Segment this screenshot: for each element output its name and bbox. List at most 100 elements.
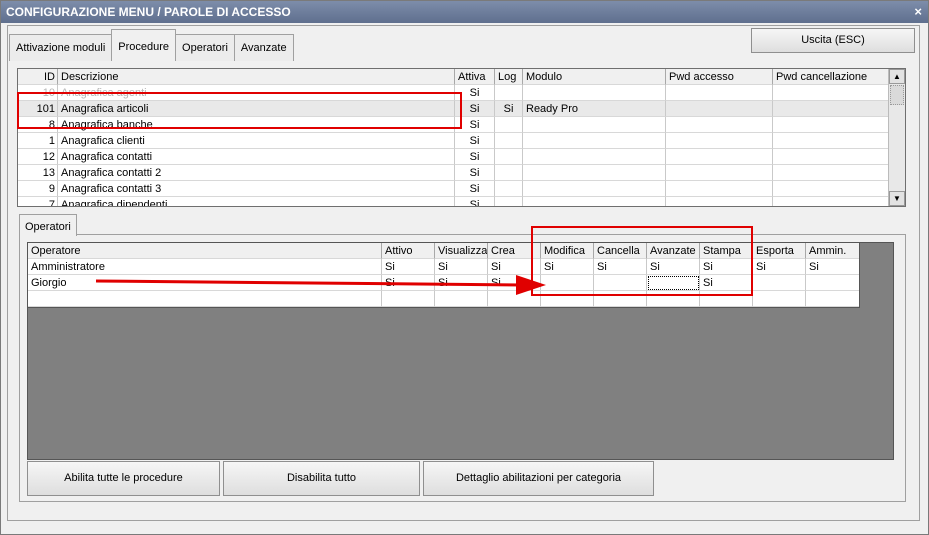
row-log[interactable]: [495, 117, 523, 133]
row-pwd-accesso[interactable]: [666, 181, 773, 197]
row-attiva[interactable]: Si: [455, 181, 495, 197]
row-attiva[interactable]: Si: [455, 149, 495, 165]
row-attiva[interactable]: Si: [455, 117, 495, 133]
col-esporta[interactable]: Esporta: [753, 243, 806, 259]
col-id[interactable]: ID: [18, 69, 58, 85]
row-log[interactable]: [495, 85, 523, 101]
row-pwd-cancellazione[interactable]: [773, 117, 890, 133]
col-descrizione[interactable]: Descrizione: [58, 69, 455, 85]
col-modulo[interactable]: Modulo: [523, 69, 666, 85]
col-attiva[interactable]: Attiva: [455, 69, 495, 85]
row-attiva[interactable]: Si: [455, 165, 495, 181]
row-attivo[interactable]: Si: [382, 259, 435, 275]
table-row[interactable]: 9 Anagrafica contatti 3 Si: [18, 181, 890, 197]
row-attiva[interactable]: Si: [455, 101, 495, 117]
row-modulo[interactable]: [523, 181, 666, 197]
col-pwd-cancellazione[interactable]: Pwd cancellazione: [773, 69, 890, 85]
col-crea[interactable]: Crea: [488, 243, 541, 259]
vertical-scrollbar[interactable]: ▲ ▼: [888, 69, 905, 206]
table-row-selected[interactable]: 101 Anagrafica articoli Si Si Ready Pro: [18, 101, 890, 117]
row-avanzate[interactable]: [647, 275, 700, 291]
col-log[interactable]: Log: [495, 69, 523, 85]
close-icon[interactable]: ×: [914, 1, 922, 23]
row-attiva[interactable]: Si: [455, 133, 495, 149]
table-row[interactable]: 1 Anagrafica clienti Si: [18, 133, 890, 149]
row-pwd-accesso[interactable]: [666, 149, 773, 165]
col-operatore[interactable]: Operatore: [28, 243, 382, 259]
row-modulo[interactable]: [523, 149, 666, 165]
row-cancella[interactable]: [594, 291, 647, 307]
row-modifica[interactable]: [541, 275, 594, 291]
row-modulo[interactable]: [523, 197, 666, 206]
row-modulo[interactable]: [523, 85, 666, 101]
row-attiva[interactable]: Si: [455, 197, 495, 206]
row-stampa[interactable]: Si: [700, 259, 753, 275]
row-pwd-cancellazione[interactable]: [773, 197, 890, 206]
tab-attivazione-moduli[interactable]: Attivazione moduli: [9, 34, 113, 61]
col-pwd-accesso[interactable]: Pwd accesso: [666, 69, 773, 85]
row-pwd-cancellazione[interactable]: [773, 165, 890, 181]
col-stampa[interactable]: Stampa: [700, 243, 753, 259]
row-ammin[interactable]: [806, 275, 859, 291]
row-pwd-accesso[interactable]: [666, 165, 773, 181]
row-esporta[interactable]: Si: [753, 259, 806, 275]
row-log[interactable]: [495, 197, 523, 206]
row-esporta[interactable]: [753, 291, 806, 307]
scroll-down-icon[interactable]: ▼: [889, 191, 905, 206]
col-avanzate[interactable]: Avanzate: [647, 243, 700, 259]
disable-all-button[interactable]: Disabilita tutto: [223, 461, 420, 496]
tab-procedure[interactable]: Procedure: [111, 29, 177, 61]
col-attivo[interactable]: Attivo: [382, 243, 435, 259]
row-modifica[interactable]: [541, 291, 594, 307]
row-ammin[interactable]: [806, 291, 859, 307]
row-crea[interactable]: Si: [488, 275, 541, 291]
table-row[interactable]: 10 Anagrafica agenti Si: [18, 85, 890, 101]
row-stampa[interactable]: [700, 291, 753, 307]
row-cancella[interactable]: [594, 275, 647, 291]
row-pwd-accesso[interactable]: [666, 133, 773, 149]
col-ammin[interactable]: Ammin.: [806, 243, 859, 259]
tab-operatori-sub[interactable]: Operatori: [19, 214, 77, 236]
row-cancella[interactable]: Si: [594, 259, 647, 275]
col-modifica[interactable]: Modifica: [541, 243, 594, 259]
row-modulo[interactable]: [523, 117, 666, 133]
table-row[interactable]: 8 Anagrafica banche Si: [18, 117, 890, 133]
row-attivo[interactable]: Si: [382, 275, 435, 291]
row-log[interactable]: [495, 149, 523, 165]
row-pwd-cancellazione[interactable]: [773, 133, 890, 149]
row-crea[interactable]: [488, 291, 541, 307]
row-attiva[interactable]: Si: [455, 85, 495, 101]
row-crea[interactable]: Si: [488, 259, 541, 275]
row-visualizza[interactable]: [435, 291, 488, 307]
table-row[interactable]: 12 Anagrafica contatti Si: [18, 149, 890, 165]
row-pwd-cancellazione[interactable]: [773, 85, 890, 101]
row-pwd-accesso[interactable]: [666, 101, 773, 117]
row-attivo[interactable]: [382, 291, 435, 307]
col-cancella[interactable]: Cancella: [594, 243, 647, 259]
row-avanzate[interactable]: [647, 291, 700, 307]
table-row[interactable]: Giorgio Si Si Si Si: [28, 275, 859, 291]
row-visualizza[interactable]: Si: [435, 275, 488, 291]
row-avanzate[interactable]: Si: [647, 259, 700, 275]
tab-avanzate[interactable]: Avanzate: [233, 34, 294, 61]
category-detail-button[interactable]: Dettaglio abilitazioni per categoria: [423, 461, 654, 496]
table-row[interactable]: Amministratore Si Si Si Si Si Si Si Si S…: [28, 259, 859, 275]
table-row-empty[interactable]: [28, 291, 859, 307]
row-visualizza[interactable]: Si: [435, 259, 488, 275]
row-modifica[interactable]: Si: [541, 259, 594, 275]
row-pwd-accesso[interactable]: [666, 117, 773, 133]
row-pwd-cancellazione[interactable]: [773, 101, 890, 117]
col-visualizza[interactable]: Visualizza: [435, 243, 488, 259]
row-log[interactable]: [495, 133, 523, 149]
row-log[interactable]: [495, 165, 523, 181]
row-pwd-accesso[interactable]: [666, 85, 773, 101]
scroll-up-icon[interactable]: ▲: [889, 69, 905, 84]
row-modulo[interactable]: [523, 165, 666, 181]
table-row[interactable]: 7 Anagrafica dipendenti Si: [18, 197, 890, 206]
exit-button[interactable]: Uscita (ESC): [751, 28, 915, 53]
row-modulo[interactable]: Ready Pro: [523, 101, 666, 117]
row-log[interactable]: Si: [495, 101, 523, 117]
row-pwd-cancellazione[interactable]: [773, 181, 890, 197]
enable-all-button[interactable]: Abilita tutte le procedure: [27, 461, 220, 496]
table-row[interactable]: 13 Anagrafica contatti 2 Si: [18, 165, 890, 181]
